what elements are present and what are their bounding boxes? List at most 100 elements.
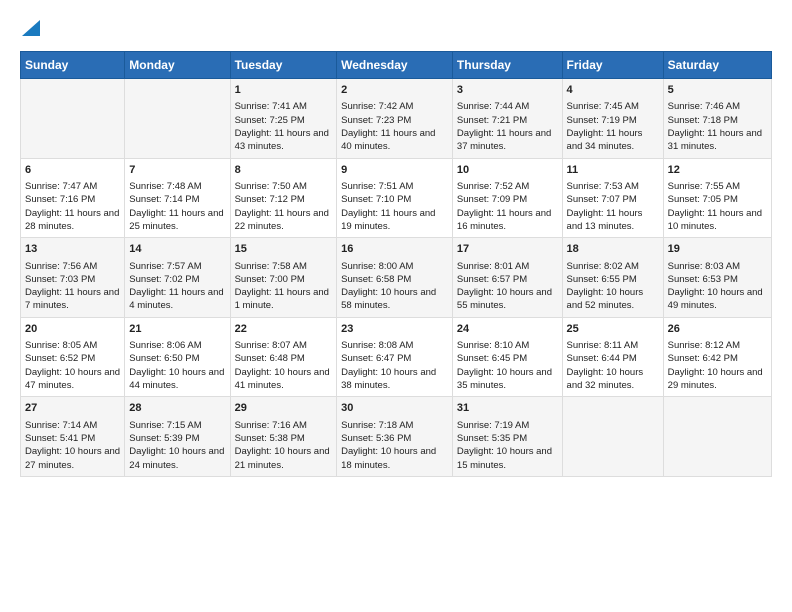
daylight-text: Daylight: 10 hours and 27 minutes. xyxy=(25,445,120,472)
daylight-text: Daylight: 10 hours and 18 minutes. xyxy=(341,445,448,472)
daylight-text: Daylight: 11 hours and 19 minutes. xyxy=(341,207,448,234)
day-number: 16 xyxy=(341,242,448,257)
daylight-text: Daylight: 10 hours and 44 minutes. xyxy=(129,366,225,393)
day-cell: 25Sunrise: 8:11 AMSunset: 6:44 PMDayligh… xyxy=(562,317,663,397)
sunrise-text: Sunrise: 7:45 AM xyxy=(567,100,659,113)
week-row-2: 6Sunrise: 7:47 AMSunset: 7:16 PMDaylight… xyxy=(21,158,772,238)
daylight-text: Daylight: 11 hours and 43 minutes. xyxy=(235,127,333,154)
day-number: 1 xyxy=(235,83,333,98)
day-header-wednesday: Wednesday xyxy=(337,52,453,79)
day-cell: 29Sunrise: 7:16 AMSunset: 5:38 PMDayligh… xyxy=(230,397,337,477)
week-row-5: 27Sunrise: 7:14 AMSunset: 5:41 PMDayligh… xyxy=(21,397,772,477)
day-cell: 4Sunrise: 7:45 AMSunset: 7:19 PMDaylight… xyxy=(562,79,663,159)
sunset-text: Sunset: 7:19 PM xyxy=(567,114,659,127)
sunrise-text: Sunrise: 8:05 AM xyxy=(25,339,120,352)
sunset-text: Sunset: 6:44 PM xyxy=(567,352,659,365)
daylight-text: Daylight: 11 hours and 10 minutes. xyxy=(668,207,767,234)
day-number: 19 xyxy=(668,242,767,257)
day-cell: 17Sunrise: 8:01 AMSunset: 6:57 PMDayligh… xyxy=(452,238,562,318)
daylight-text: Daylight: 11 hours and 22 minutes. xyxy=(235,207,333,234)
sunrise-text: Sunrise: 8:06 AM xyxy=(129,339,225,352)
day-cell: 21 Sunrise: 8:06 AMSunset: 6:50 PMDayligh… xyxy=(125,317,230,397)
day-cell: 15Sunrise: 7:58 AMSunset: 7:00 PMDayligh… xyxy=(230,238,337,318)
day-cell: 2Sunrise: 7:42 AMSunset: 7:23 PMDaylight… xyxy=(337,79,453,159)
day-cell: 5Sunrise: 7:46 AMSunset: 7:18 PMDaylight… xyxy=(663,79,771,159)
day-number: 10 xyxy=(457,163,558,178)
day-number: 3 xyxy=(457,83,558,98)
sunset-text: Sunset: 7:00 PM xyxy=(235,273,333,286)
sunrise-text: Sunrise: 7:15 AM xyxy=(129,419,225,432)
daylight-text: Daylight: 10 hours and 52 minutes. xyxy=(567,286,659,313)
day-number: 21 xyxy=(129,322,225,337)
sunset-text: Sunset: 5:41 PM xyxy=(25,432,120,445)
daylight-text: Daylight: 10 hours and 55 minutes. xyxy=(457,286,558,313)
day-header-thursday: Thursday xyxy=(452,52,562,79)
day-number: 5 xyxy=(668,83,767,98)
daylight-text: Daylight: 11 hours and 7 minutes. xyxy=(25,286,120,313)
sunset-text: Sunset: 7:05 PM xyxy=(668,193,767,206)
day-cell: 16Sunrise: 8:00 AMSunset: 6:58 PMDayligh… xyxy=(337,238,453,318)
sunrise-text: Sunrise: 8:03 AM xyxy=(668,260,767,273)
day-header-friday: Friday xyxy=(562,52,663,79)
sunset-text: Sunset: 6:45 PM xyxy=(457,352,558,365)
day-cell: 8Sunrise: 7:50 AMSunset: 7:12 PMDaylight… xyxy=(230,158,337,238)
daylight-text: Daylight: 11 hours and 25 minutes. xyxy=(129,207,225,234)
sunrise-text: Sunrise: 7:50 AM xyxy=(235,180,333,193)
daylight-text: Daylight: 10 hours and 47 minutes. xyxy=(25,366,120,393)
day-number: 14 xyxy=(129,242,225,257)
sunrise-text: Sunrise: 7:44 AM xyxy=(457,100,558,113)
sunset-text: Sunset: 7:02 PM xyxy=(129,273,225,286)
sunset-text: Sunset: 6:57 PM xyxy=(457,273,558,286)
day-cell: 24Sunrise: 8:10 AMSunset: 6:45 PMDayligh… xyxy=(452,317,562,397)
day-number: 20 xyxy=(25,322,120,337)
day-cell: 1Sunrise: 7:41 AMSunset: 7:25 PMDaylight… xyxy=(230,79,337,159)
sunset-text: Sunset: 6:48 PM xyxy=(235,352,333,365)
day-number: 7 xyxy=(129,163,225,178)
sunrise-text: Sunrise: 7:53 AM xyxy=(567,180,659,193)
week-row-4: 20Sunrise: 8:05 AMSunset: 6:52 PMDayligh… xyxy=(21,317,772,397)
sunrise-text: Sunrise: 7:52 AM xyxy=(457,180,558,193)
day-number: 24 xyxy=(457,322,558,337)
day-number: 25 xyxy=(567,322,659,337)
day-number: 18 xyxy=(567,242,659,257)
daylight-text: Daylight: 11 hours and 4 minutes. xyxy=(129,286,225,313)
daylight-text: Daylight: 10 hours and 21 minutes. xyxy=(235,445,333,472)
sunset-text: Sunset: 7:14 PM xyxy=(129,193,225,206)
day-number: 26 xyxy=(668,322,767,337)
sunset-text: Sunset: 7:07 PM xyxy=(567,193,659,206)
day-cell: 18 Sunrise: 8:02 AMSunset: 6:55 PMDayligh… xyxy=(562,238,663,318)
sunrise-text: Sunrise: 7:58 AM xyxy=(235,260,333,273)
day-header-sunday: Sunday xyxy=(21,52,125,79)
day-cell xyxy=(125,79,230,159)
sunset-text: Sunset: 7:25 PM xyxy=(235,114,333,127)
day-header-monday: Monday xyxy=(125,52,230,79)
sunrise-text: Sunrise: 8:08 AM xyxy=(341,339,448,352)
sunset-text: Sunset: 7:12 PM xyxy=(235,193,333,206)
day-cell: 3Sunrise: 7:44 AMSunset: 7:21 PMDaylight… xyxy=(452,79,562,159)
daylight-text: Daylight: 10 hours and 49 minutes. xyxy=(668,286,767,313)
day-cell: 7 Sunrise: 7:48 AMSunset: 7:14 PMDaylight… xyxy=(125,158,230,238)
header-row: SundayMondayTuesdayWednesdayThursdayFrid… xyxy=(21,52,772,79)
sunrise-text: Sunrise: 8:02 AM xyxy=(567,260,659,273)
sunrise-text: Sunrise: 8:11 AM xyxy=(567,339,659,352)
sunrise-text: Sunrise: 7:48 AM xyxy=(129,180,225,193)
logo xyxy=(20,20,40,41)
daylight-text: Daylight: 11 hours and 1 minute. xyxy=(235,286,333,313)
sunset-text: Sunset: 6:55 PM xyxy=(567,273,659,286)
day-number: 9 xyxy=(341,163,448,178)
day-cell: 12Sunrise: 7:55 AMSunset: 7:05 PMDayligh… xyxy=(663,158,771,238)
week-row-3: 13Sunrise: 7:56 AMSunset: 7:03 PMDayligh… xyxy=(21,238,772,318)
day-cell: 6Sunrise: 7:47 AMSunset: 7:16 PMDaylight… xyxy=(21,158,125,238)
sunset-text: Sunset: 6:58 PM xyxy=(341,273,448,286)
sunrise-text: Sunrise: 7:57 AM xyxy=(129,260,225,273)
day-cell: 14 Sunrise: 7:57 AMSunset: 7:02 PMDayligh… xyxy=(125,238,230,318)
calendar-header: SundayMondayTuesdayWednesdayThursdayFrid… xyxy=(21,52,772,79)
sunset-text: Sunset: 5:39 PM xyxy=(129,432,225,445)
sunset-text: Sunset: 6:50 PM xyxy=(129,352,225,365)
day-cell xyxy=(562,397,663,477)
sunrise-text: Sunrise: 8:01 AM xyxy=(457,260,558,273)
sunset-text: Sunset: 6:53 PM xyxy=(668,273,767,286)
daylight-text: Daylight: 11 hours and 34 minutes. xyxy=(567,127,659,154)
sunrise-text: Sunrise: 7:51 AM xyxy=(341,180,448,193)
daylight-text: Daylight: 11 hours and 37 minutes. xyxy=(457,127,558,154)
